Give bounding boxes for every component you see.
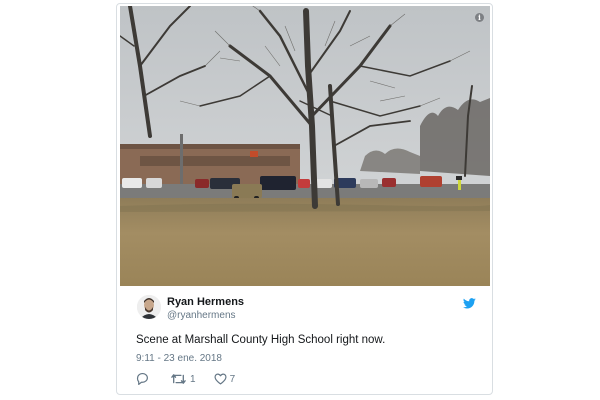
author-handle[interactable]: @ryanhermens: [167, 310, 236, 321]
tweet-actions: 1 7: [136, 371, 253, 387]
author-photo-icon: [137, 295, 161, 319]
like-button[interactable]: 7: [214, 373, 236, 385]
reply-icon: [136, 373, 148, 385]
retweet-button[interactable]: 1: [170, 373, 196, 385]
school-scene-image: [120, 6, 490, 286]
retweet-count: 1: [190, 373, 196, 385]
tweet-text: Scene at Marshall County High School rig…: [136, 334, 386, 346]
info-icon[interactable]: i: [475, 13, 484, 22]
retweet-icon: [171, 374, 186, 384]
heart-icon: [214, 373, 227, 385]
twitter-bird-icon[interactable]: [463, 298, 476, 309]
author-name[interactable]: Ryan Hermens: [167, 296, 244, 308]
tweet-photo[interactable]: i: [120, 6, 490, 286]
reply-button[interactable]: [136, 373, 152, 385]
tweet-timestamp[interactable]: 9:11 - 23 ene. 2018: [136, 353, 222, 364]
embedded-tweet-card: i Ryan Hermens @ryanhermens Scene at Mar…: [116, 3, 493, 395]
like-count: 7: [229, 373, 236, 385]
avatar[interactable]: [137, 295, 161, 319]
